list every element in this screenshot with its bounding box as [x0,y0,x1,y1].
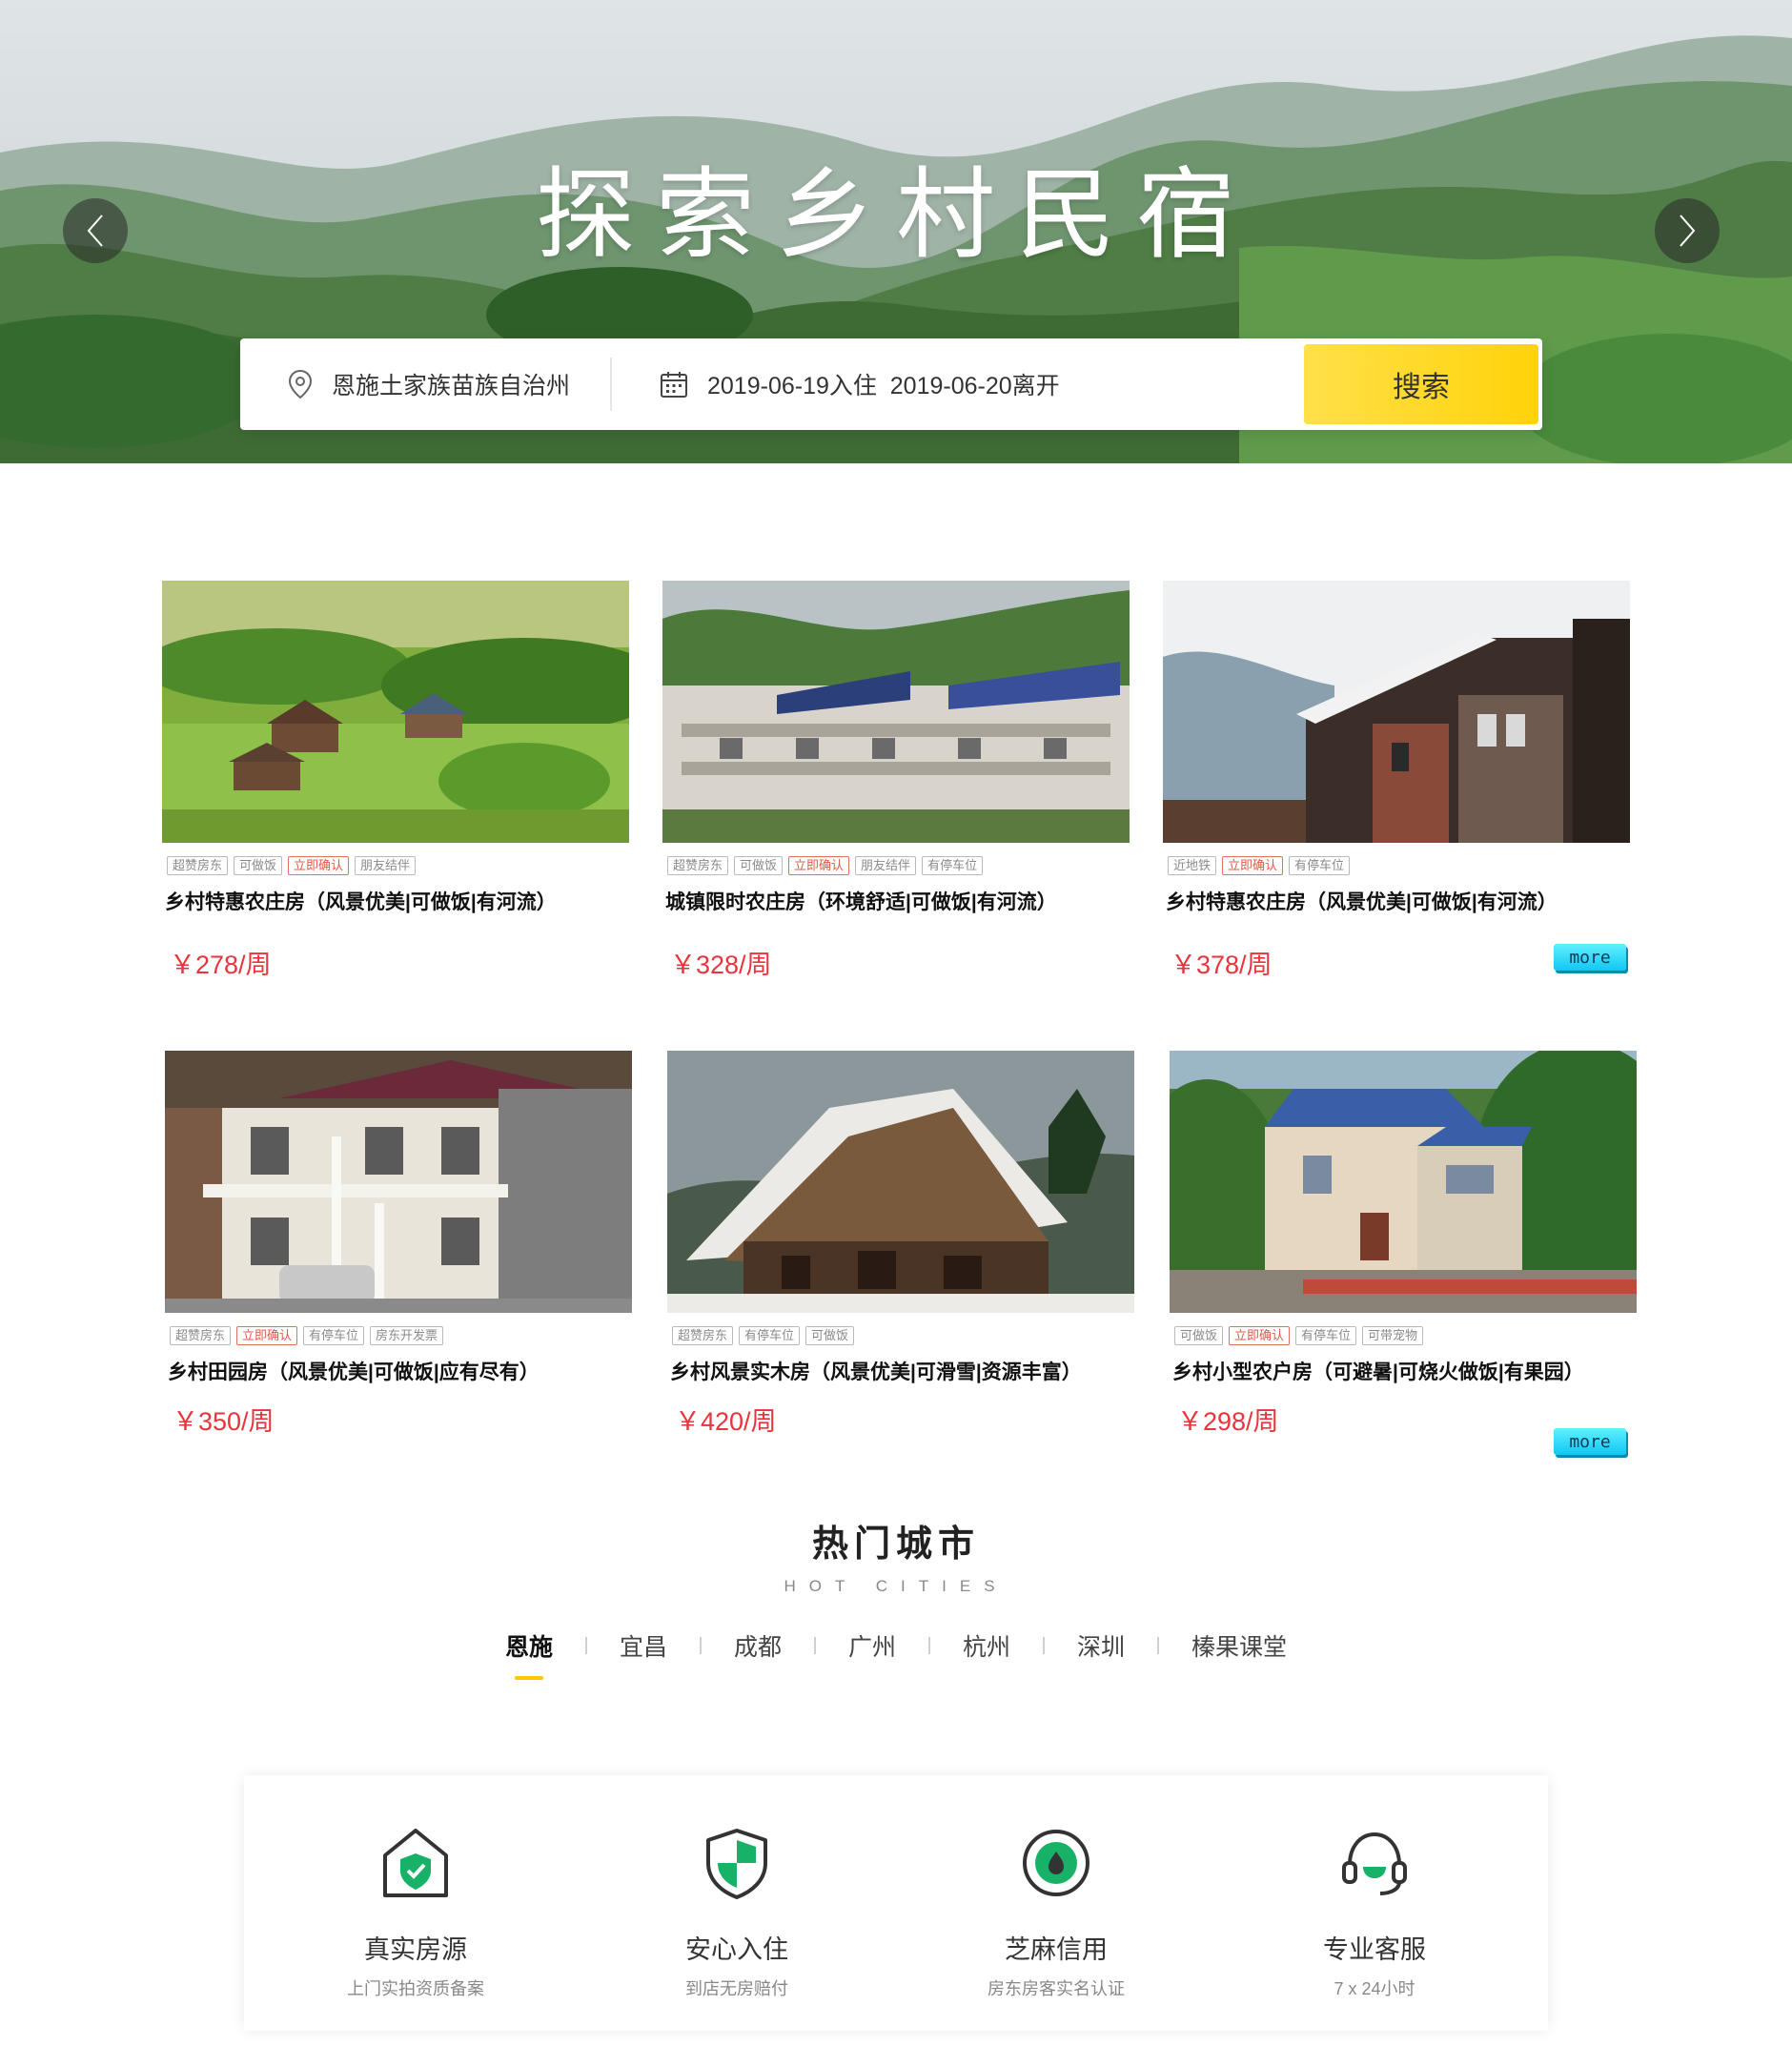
more-button[interactable]: more [1554,944,1626,971]
listing-price: ￥420/周 [675,1407,777,1436]
location-field[interactable]: 恩施土家族苗族自治州 [288,365,570,403]
city-tab-yichang[interactable]: 宜昌 [587,1628,700,1663]
tag: 立即确认 [788,856,850,875]
tag: 超赞房东 [672,1326,734,1345]
tag-list: 超赞房东 可做饭 立即确认 朋友结伴 [162,856,629,875]
city-tab-zhenguo-class[interactable]: 榛果课堂 [1159,1628,1319,1663]
search-bar: 恩施土家族苗族自治州 2019-06-19入住 2019-06-20离开 搜索 [240,338,1542,430]
feature-title: 真实房源 [364,1935,467,1964]
carousel-prev-button[interactable] [63,198,128,263]
house-shield-icon [383,1829,448,1897]
listing-card[interactable]: 近地铁 立即确认 有停车位 乡村特惠农庄房（风景优美|可做饭|有河流） ￥378… [1163,581,1630,981]
tag: 立即确认 [236,1326,298,1345]
location-value: 恩施土家族苗族自治州 [332,373,571,399]
search-button[interactable]: 搜索 [1304,344,1538,424]
tag: 有停车位 [303,1326,365,1345]
hero-title: 探索乡村民宿 [535,156,1256,273]
city-tabs: 恩施 宜昌 成都 广州 杭州 深圳 榛果课堂 [0,1628,1792,1680]
tag: 可带宠物 [1362,1326,1424,1345]
search-divider [610,358,612,411]
feature-subtitle: 7 x 24小时 [1334,1979,1415,1998]
listing-title[interactable]: 城镇限时农庄房（环境舒适|可做饭|有河流） [662,887,1130,915]
hot-cities-title: 热门城市 [811,1525,980,1565]
tag: 有停车位 [1289,856,1351,875]
feature-subtitle: 到店无房赔付 [685,1979,788,1998]
drop-circle-icon [1023,1830,1089,1896]
tag: 有停车位 [739,1326,801,1345]
hero-banner: 探索乡村民宿 恩施土家族苗族自治州 2019-06-19入住 2019-06-2… [0,0,1792,463]
listing-card[interactable]: 超赞房东 立即确认 有停车位 房东开发票 乡村田园房（风景优美|可做饭|应有尽有… [165,1051,632,1438]
feature-subtitle: 房东房客实名认证 [988,1979,1125,1998]
tag: 可做饭 [805,1326,855,1345]
tag: 立即确认 [288,856,350,875]
listing-card[interactable]: 超赞房东 有停车位 可做饭 乡村风景实木房（风景优美|可滑雪|资源丰富） ￥42… [667,1051,1134,1438]
listing-card[interactable]: 可做饭 立即确认 有停车位 可带宠物 乡村小型农户房（可避暑|可烧火做饭|有果园… [1170,1051,1637,1438]
tag: 朋友结伴 [855,856,917,875]
city-tab-enshi[interactable]: 恩施 [473,1628,585,1680]
feature-subtitle: 上门实拍资质备案 [347,1979,484,1998]
tag: 有停车位 [922,856,984,875]
date-range-field[interactable]: 2019-06-19入住 2019-06-20离开 [660,365,1060,403]
city-tab-chengdu[interactable]: 成都 [702,1628,814,1663]
hot-cities-subtitle: HOT CITIES [784,1577,1008,1595]
features-panel: 真实房源 上门实拍资质备案 安心入住 到店无房赔付 芝麻信用 房东房客实名认证 … [244,1775,1548,2031]
listing-price: ￥278/周 [170,951,272,979]
listing-title[interactable]: 乡村小型农户房（可避暑|可烧火做饭|有果园） [1170,1357,1637,1385]
tag: 可做饭 [1174,1326,1224,1345]
date-range-value: 2019-06-19入住 2019-06-20离开 [707,373,1060,399]
tag-list: 可做饭 立即确认 有停车位 可带宠物 [1170,1326,1637,1345]
listing-title[interactable]: 乡村田园房（风景优美|可做饭|应有尽有） [165,1357,632,1385]
listing-image[interactable] [667,1051,1134,1313]
tag: 房东开发票 [370,1326,444,1345]
city-tab-guangzhou[interactable]: 广州 [816,1628,928,1663]
chevron-right-icon [1680,215,1696,247]
tag: 朋友结伴 [355,856,417,875]
listing-price: ￥328/周 [670,951,772,979]
shield-icon [706,1829,767,1899]
tag: 超赞房东 [667,856,729,875]
tag-list: 超赞房东 可做饭 立即确认 朋友结伴 有停车位 [662,856,1130,875]
feature-customer-service: 专业客服 7 x 24小时 [1232,1825,1517,2000]
calendar-icon [661,372,687,398]
tag: 超赞房东 [167,856,229,875]
feature-title: 芝麻信用 [1005,1935,1108,1964]
listing-image[interactable] [1163,581,1630,843]
listing-image[interactable] [162,581,629,843]
tag: 有停车位 [1295,1326,1357,1345]
listing-card[interactable]: 超赞房东 可做饭 立即确认 朋友结伴 有停车位 城镇限时农庄房（环境舒适|可做饭… [662,581,1130,981]
tag: 可做饭 [734,856,784,875]
chevron-left-icon [87,215,103,247]
tag-list: 近地铁 立即确认 有停车位 [1163,856,1630,875]
tag-list: 超赞房东 有停车位 可做饭 [667,1326,1134,1345]
feature-title: 专业客服 [1323,1935,1426,1964]
tag: 近地铁 [1168,856,1217,875]
tag: 可做饭 [234,856,283,875]
more-button[interactable]: more [1554,1428,1626,1455]
listing-title[interactable]: 乡村风景实木房（风景优美|可滑雪|资源丰富） [667,1357,1134,1385]
tag: 立即确认 [1229,1326,1291,1345]
tag: 超赞房东 [170,1326,232,1345]
listing-price: ￥350/周 [173,1407,275,1436]
feature-sesame-credit: 芝麻信用 房东房客实名认证 [913,1825,1199,2000]
listing-image[interactable] [662,581,1130,843]
feature-title: 安心入住 [685,1935,788,1964]
tag: 立即确认 [1222,856,1284,875]
location-pin-icon [288,369,313,399]
city-tab-shenzhen[interactable]: 深圳 [1045,1628,1157,1663]
listing-title[interactable]: 乡村特惠农庄房（风景优美|可做饭|有河流） [162,887,629,915]
carousel-next-button[interactable] [1655,198,1720,263]
listing-image[interactable] [165,1051,632,1313]
listing-card[interactable]: 超赞房东 可做饭 立即确认 朋友结伴 乡村特惠农庄房（风景优美|可做饭|有河流）… [162,581,629,981]
listing-title[interactable]: 乡村特惠农庄房（风景优美|可做饭|有河流） [1163,887,1630,915]
feature-safe-stay: 安心入住 到店无房赔付 [594,1825,880,2000]
feature-real-listings: 真实房源 上门实拍资质备案 [273,1825,559,2000]
tag-list: 超赞房东 立即确认 有停车位 房东开发票 [165,1326,632,1345]
headset-icon [1342,1832,1407,1895]
city-tab-hangzhou[interactable]: 杭州 [930,1628,1043,1663]
listing-image[interactable] [1170,1051,1637,1313]
